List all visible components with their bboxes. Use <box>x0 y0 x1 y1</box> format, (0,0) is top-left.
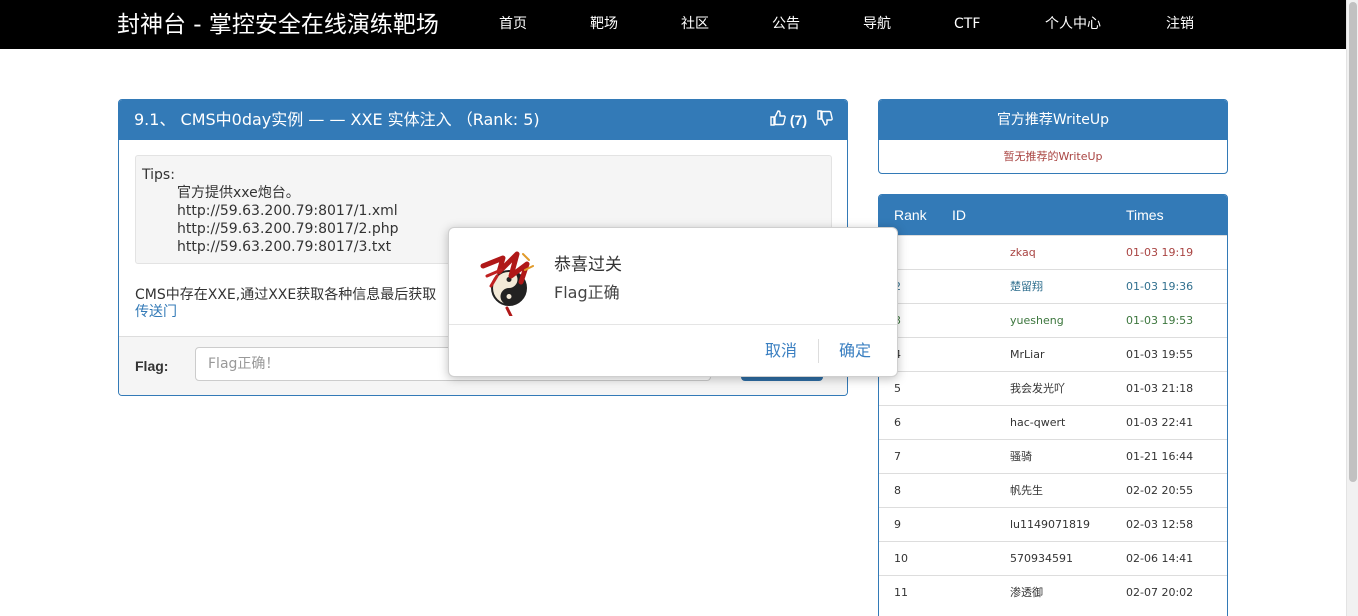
user-id-cell[interactable]: zkaq <box>1010 236 1036 269</box>
rank-row: 8 帆先生 02-02 20:55 <box>879 473 1227 507</box>
user-id-cell[interactable]: 骚骑 <box>1010 440 1032 473</box>
rank-row: 5 我会发光吖 01-03 21:18 <box>879 371 1227 405</box>
time-cell: 01-03 21:18 <box>1126 382 1194 395</box>
time-cell: 01-21 16:44 <box>1126 450 1194 463</box>
top-navbar: 封神台 - 掌控安全在线演练靶场 首页 靶场 社区 公告 导航 CTF 个人中心… <box>0 0 1346 49</box>
rank-row: 9 lu1149071819 02-03 12:58 <box>879 507 1227 541</box>
rank-row: 4MrLiar01-03 19:55 <box>879 337 1227 371</box>
nav-home[interactable]: 首页 <box>499 14 527 34</box>
nav-navigation[interactable]: 导航 <box>863 14 891 34</box>
rank-cell: 10 <box>894 552 908 565</box>
rank-row: zkaq 01-03 19:19 <box>879 235 1227 269</box>
scrollbar-thumb[interactable] <box>1349 2 1357 482</box>
user-id-cell[interactable]: 570934591 <box>1010 542 1073 575</box>
dialog-button-divider <box>818 339 819 363</box>
time-cell: 02-02 20:55 <box>1126 484 1194 497</box>
rank-cell: 5 <box>894 382 901 395</box>
nav-ctf[interactable]: CTF <box>954 14 980 34</box>
nav-announcement[interactable]: 公告 <box>772 14 800 34</box>
time-cell: 02-03 12:58 <box>1126 518 1194 531</box>
challenge-title: 9.1、 CMS中0day实例 — — XXE 实体注入 （Rank: 5) <box>134 110 540 129</box>
tips-line: http://59.63.200.79:8017/1.xml <box>177 203 398 219</box>
tips-label: Tips: <box>142 167 175 183</box>
flag-label: Flag: <box>135 358 169 374</box>
confirm-button[interactable]: 确定 <box>839 340 871 362</box>
user-id-cell[interactable]: 我会发光吖 <box>1010 372 1065 405</box>
cancel-button[interactable]: 取消 <box>765 340 797 362</box>
like-group: (7) <box>770 109 833 131</box>
user-id-cell[interactable]: MrLiar <box>1010 338 1044 371</box>
rank-row: 11 渗透御 02-07 20:02 <box>879 575 1227 609</box>
user-id-cell[interactable]: hac-qwert <box>1010 406 1065 439</box>
dialog-message: Flag正确 <box>554 283 620 302</box>
rank-row: 7 骚骑 01-21 16:44 <box>879 439 1227 473</box>
rank-cell: 8 <box>894 484 901 497</box>
rank-cell: 7 <box>894 450 901 463</box>
dialog-footer: 取消 确定 <box>449 324 897 376</box>
times-column-header: Times <box>1126 207 1164 223</box>
time-cell: 02-07 20:02 <box>1126 586 1194 599</box>
like-count: (7) <box>789 112 807 128</box>
rank-cell: 9 <box>894 518 901 531</box>
time-cell: 01-03 19:53 <box>1126 314 1194 327</box>
time-cell: 02-06 14:41 <box>1126 552 1194 565</box>
id-column-header: ID <box>952 207 966 223</box>
user-id-cell[interactable]: yuesheng <box>1010 304 1064 337</box>
rank-cell: 11 <box>894 586 908 599</box>
rank-row: 6 hac-qwert 01-03 22:41 <box>879 405 1227 439</box>
writeup-empty-text: 暂无推荐的WriteUp <box>1003 150 1103 163</box>
challenge-panel-header: 9.1、 CMS中0day实例 — — XXE 实体注入 （Rank: 5) (… <box>119 100 847 140</box>
nav-profile[interactable]: 个人中心 <box>1045 14 1101 34</box>
nav-logout[interactable]: 注销 <box>1166 14 1194 34</box>
challenge-description: CMS中存在XXE,通过XXE获取各种信息最后获取 <box>135 287 437 303</box>
rank-header: Rank ID Times <box>879 195 1227 235</box>
nav-range[interactable]: 靶场 <box>590 14 618 34</box>
thumbs-up-icon[interactable] <box>770 109 786 131</box>
user-id-cell[interactable]: lu1149071819 <box>1010 508 1090 541</box>
time-cell: 01-03 19:55 <box>1126 348 1194 361</box>
page-scrollbar[interactable] <box>1346 0 1358 616</box>
time-cell: 01-03 19:36 <box>1126 280 1194 293</box>
thumbs-down-icon[interactable] <box>817 109 833 131</box>
fengshen-logo-icon <box>477 246 537 318</box>
writeup-title: 官方推荐WriteUp <box>879 100 1227 140</box>
rank-column-header: Rank <box>894 207 927 223</box>
tips-line: 官方提供xxe炮台。 <box>177 185 300 201</box>
rank-row: 2楚留翔01-03 19:36 <box>879 269 1227 303</box>
user-id-cell[interactable]: 楚留翔 <box>1010 270 1043 303</box>
portal-link[interactable]: 传送门 <box>135 303 177 321</box>
rank-panel: Rank ID Times zkaq01-03 19:192楚留翔01-03 1… <box>878 194 1228 616</box>
site-brand[interactable]: 封神台 - 掌控安全在线演练靶场 <box>117 10 439 40</box>
user-id-cell[interactable]: 帆先生 <box>1010 474 1043 507</box>
rank-row: 3yuesheng01-03 19:53 <box>879 303 1227 337</box>
dialog-title: 恭喜过关 <box>554 255 622 275</box>
rank-row: 10 570934591 02-06 14:41 <box>879 541 1227 575</box>
time-cell: 01-03 19:19 <box>1126 246 1194 259</box>
time-cell: 01-03 22:41 <box>1126 416 1194 429</box>
nav-community[interactable]: 社区 <box>681 14 709 34</box>
user-id-cell[interactable]: 渗透御 <box>1010 576 1043 609</box>
writeup-panel: 官方推荐WriteUp 暂无推荐的WriteUp <box>878 99 1228 174</box>
success-dialog: 恭喜过关 Flag正确 取消 确定 <box>448 227 898 377</box>
rank-cell: 6 <box>894 416 901 429</box>
